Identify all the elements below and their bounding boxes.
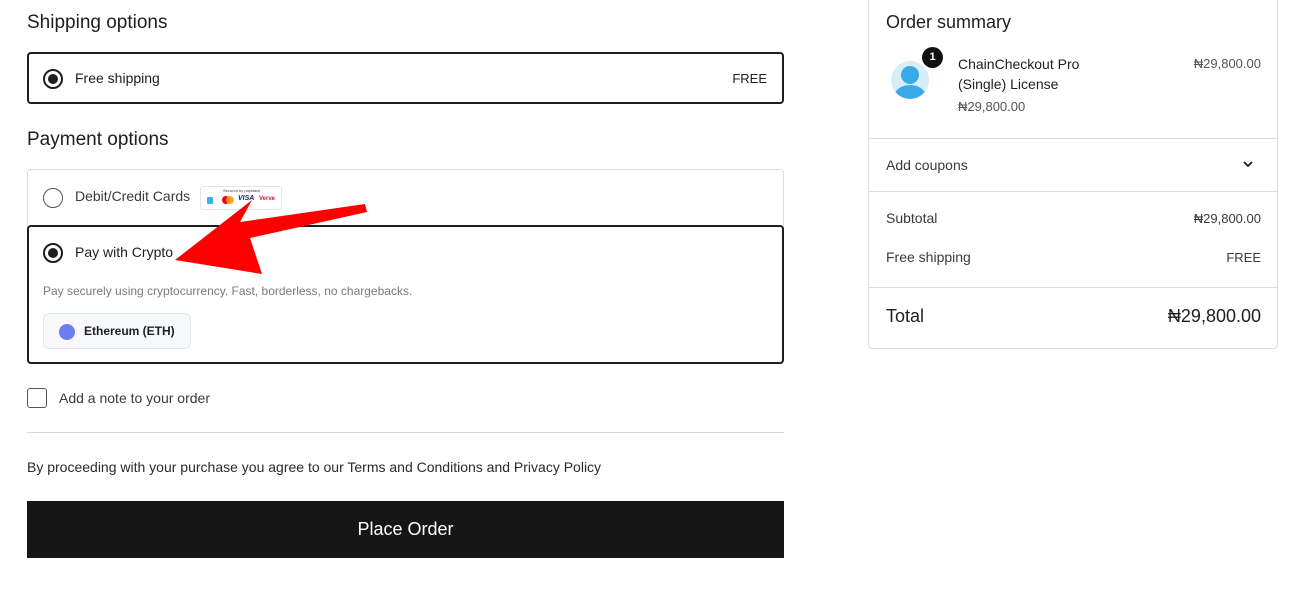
order-summary-title: Order summary xyxy=(886,12,1012,32)
terms-notice: By proceeding with your purchase you agr… xyxy=(27,459,602,475)
paystack-caption: Secured by paystack xyxy=(223,188,261,193)
order-note-label: Add a note to your order xyxy=(59,390,210,406)
divider xyxy=(27,432,784,433)
crypto-description: Pay securely using cryptocurrency. Fast,… xyxy=(43,284,413,298)
ethereum-icon xyxy=(59,324,75,340)
summary-shipping-label: Free shipping xyxy=(886,249,971,265)
total-value: ₦29,800.00 xyxy=(1167,306,1261,326)
add-coupons-toggle[interactable]: Add coupons xyxy=(869,139,1277,191)
product-avatar-icon xyxy=(891,61,929,99)
subtotal-value: ₦29,800.00 xyxy=(1193,211,1261,226)
payment-option-crypto-label: Pay with Crypto xyxy=(75,244,174,260)
payment-radio-crypto[interactable] xyxy=(43,243,63,263)
summary-divider xyxy=(869,191,1277,192)
shipping-options-title: Shipping options xyxy=(27,12,168,33)
product-name: ChainCheckout Pro (Single) License xyxy=(958,56,1080,92)
total-label: Total xyxy=(886,306,925,326)
place-order-button[interactable]: Place Order xyxy=(27,501,784,558)
annotation-arrow-icon xyxy=(175,200,367,274)
subtotal-label: Subtotal xyxy=(886,210,938,226)
shipping-option-free[interactable]: Free shipping FREE xyxy=(27,52,784,104)
quantity-badge: 1 xyxy=(922,47,943,68)
payment-options-title: Payment options xyxy=(27,129,169,150)
summary-divider xyxy=(869,287,1277,288)
shipping-option-price: FREE xyxy=(732,71,767,86)
order-summary-panel: Order summary 1 ChainCheckout Pro (Singl… xyxy=(868,0,1278,349)
product-line-price: ₦29,800.00 xyxy=(1193,56,1261,71)
payment-option-crypto[interactable]: Pay with Crypto Pay securely using crypt… xyxy=(27,225,784,364)
shipping-radio-free[interactable] xyxy=(43,69,63,89)
payment-radio-cards[interactable] xyxy=(43,188,63,208)
add-coupons-label: Add coupons xyxy=(886,157,968,173)
chevron-down-icon xyxy=(1243,161,1253,168)
shipping-option-label: Free shipping xyxy=(75,70,160,86)
summary-shipping-value: FREE xyxy=(1226,250,1261,265)
crypto-coin-ethereum[interactable]: Ethereum (ETH) xyxy=(43,313,191,349)
crypto-coin-label: Ethereum (ETH) xyxy=(84,324,175,338)
product-unit-price: ₦29,800.00 xyxy=(958,99,1026,114)
order-note-checkbox[interactable] xyxy=(27,388,47,408)
payment-option-cards[interactable]: Debit/Credit Cards Secured by paystack V… xyxy=(28,170,783,226)
